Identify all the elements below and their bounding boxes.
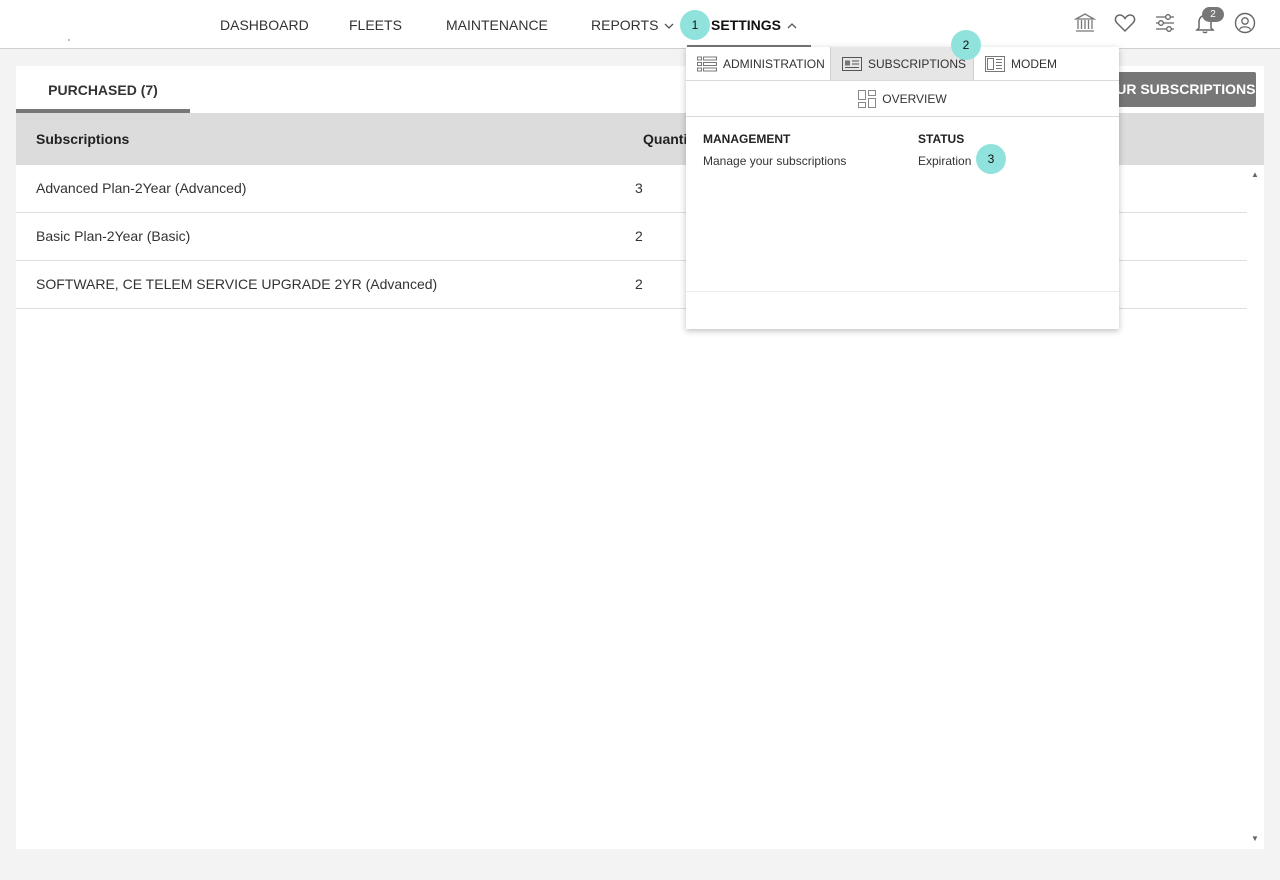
chevron-down-icon xyxy=(664,0,674,49)
manage-subscriptions-link[interactable]: Manage your subscriptions xyxy=(703,154,846,168)
logo[interactable] xyxy=(68,39,70,41)
tab-subscriptions-label: SUBSCRIPTIONS xyxy=(868,56,967,71)
step-marker-3: 3 xyxy=(976,144,1006,174)
tab-modem[interactable]: MODEM xyxy=(974,47,1084,80)
heart-icon[interactable] xyxy=(1113,10,1137,36)
list-icon xyxy=(697,56,717,71)
top-nav-bar: DASHBOARD FLEETS MAINTENANCE REPORTS SET… xyxy=(0,0,1280,49)
notification-count-badge: 2 xyxy=(1202,7,1224,22)
tab-modem-label: MODEM xyxy=(1011,56,1057,71)
section-title-status: STATUS xyxy=(918,132,965,146)
user-icon[interactable] xyxy=(1233,10,1257,36)
dashboard-grid-icon xyxy=(858,89,877,108)
sliders-icon[interactable] xyxy=(1153,10,1177,36)
chevron-up-icon xyxy=(787,0,797,49)
nav-settings[interactable]: SETTINGS xyxy=(711,0,797,48)
nav-reports-label: REPORTS xyxy=(591,17,659,33)
subscription-quantity: 2 xyxy=(635,276,643,292)
nav-maintenance[interactable]: MAINTENANCE xyxy=(446,0,548,48)
id-card-icon xyxy=(842,56,862,71)
subscription-quantity: 3 xyxy=(635,180,643,196)
subscription-quantity: 2 xyxy=(635,228,643,244)
nav-dashboard[interactable]: DASHBOARD xyxy=(220,0,309,48)
tab-administration[interactable]: ADMINISTRATION xyxy=(686,47,830,80)
nav-reports[interactable]: REPORTS xyxy=(591,0,674,48)
nav-settings-label: SETTINGS xyxy=(711,17,782,33)
subscription-name: SOFTWARE, CE TELEM SERVICE UPGRADE 2YR (… xyxy=(36,276,438,292)
scroll-down-arrow-icon[interactable]: ▼ xyxy=(1251,834,1259,843)
overview-label: OVERVIEW xyxy=(882,91,947,106)
nav-fleets[interactable]: FLEETS xyxy=(349,0,402,48)
dropdown-divider xyxy=(686,291,1119,292)
modem-icon xyxy=(985,55,1005,72)
tab-administration-label: ADMINISTRATION xyxy=(723,56,825,71)
subscription-name: Basic Plan-2Year (Basic) xyxy=(36,228,191,244)
overview-link[interactable]: OVERVIEW xyxy=(686,81,1119,117)
settings-dropdown-menu: ADMINISTRATION SUBSCRIPTIONS MODEM OVERV… xyxy=(686,47,1119,329)
step-marker-1: 1 xyxy=(680,10,710,40)
bank-icon[interactable] xyxy=(1073,10,1097,36)
scroll-up-arrow-icon[interactable]: ▲ xyxy=(1251,170,1259,179)
your-subscriptions-button[interactable]: YOUR SUBSCRIPTIONS xyxy=(1096,72,1256,107)
subscription-name: Advanced Plan-2Year (Advanced) xyxy=(36,180,247,196)
step-marker-2: 2 xyxy=(951,30,981,60)
expiration-link[interactable]: Expiration xyxy=(918,154,971,168)
tab-purchased[interactable]: PURCHASED (7) xyxy=(16,66,190,113)
settings-category-tabs: ADMINISTRATION SUBSCRIPTIONS MODEM xyxy=(686,47,1119,81)
section-title-management: MANAGEMENT xyxy=(703,132,791,146)
column-header-subscriptions[interactable]: Subscriptions xyxy=(36,113,129,165)
